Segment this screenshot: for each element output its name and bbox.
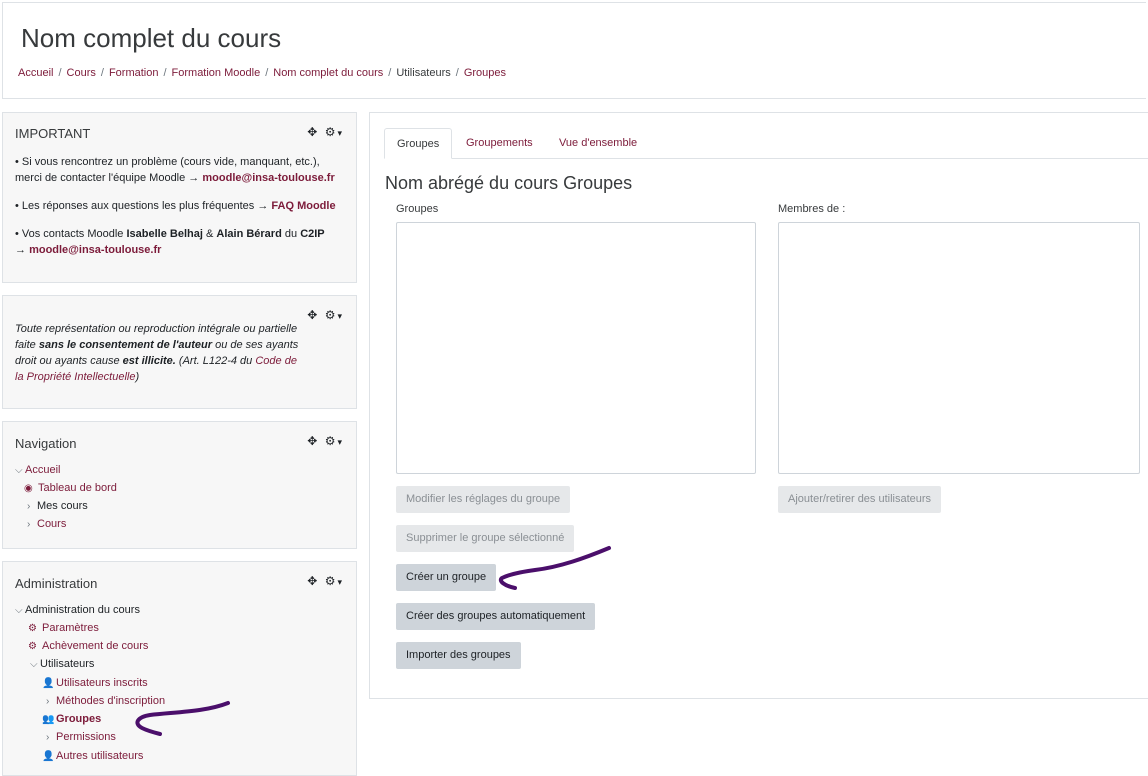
auto-create-groups-button[interactable]: Créer des groupes automatiquement — [396, 603, 596, 630]
move-icon[interactable]: ✥ — [307, 574, 319, 588]
breadcrumb-utilisateurs: Utilisateurs — [396, 67, 451, 79]
tab-vue-ensemble[interactable]: Vue d'ensemble — [547, 128, 649, 158]
breadcrumb-separator: / — [163, 67, 167, 79]
gear-icon: ⚙ — [28, 641, 37, 652]
import-groups-button[interactable]: Importer des groupes — [396, 642, 521, 669]
members-listbox[interactable] — [778, 222, 1140, 474]
chevron-right-icon: › — [27, 519, 31, 530]
email-link[interactable]: moodle@insa-toulouse.fr — [202, 172, 334, 184]
breadcrumb-cours[interactable]: Cours — [67, 67, 96, 79]
admin-item-achevement[interactable]: ⚙ Achèvement de cours — [28, 640, 148, 652]
caret-down-icon[interactable]: ▾ — [337, 577, 344, 587]
breadcrumb-separator: / — [388, 67, 392, 79]
tab-groupements[interactable]: Groupements — [454, 128, 545, 158]
gear-icon[interactable]: ⚙ — [325, 434, 338, 448]
breadcrumb-separator: / — [265, 67, 269, 79]
caret-down-icon[interactable]: ▾ — [337, 437, 344, 447]
groups-listbox[interactable] — [396, 222, 756, 474]
nav-item-dashboard[interactable]: ◉ Tableau de bord — [24, 482, 117, 494]
admin-item-parametres[interactable]: ⚙ Paramètres — [28, 622, 99, 634]
page-heading: Nom abrégé du cours Groupes — [385, 173, 633, 193]
block-controls: ✥ ⚙▾ — [307, 308, 344, 322]
move-icon[interactable]: ✥ — [307, 434, 319, 448]
admin-item-groupes[interactable]: 👥 Groupes — [42, 713, 101, 725]
block-title: IMPORTANT — [15, 126, 91, 141]
page-title: Nom complet du cours — [21, 23, 282, 53]
nav-item-accueil[interactable]: ⌵ Accueil — [15, 464, 60, 476]
breadcrumb-formation[interactable]: Formation — [109, 67, 159, 79]
navigation-block: Navigation ✥ ⚙▾ ⌵ Accueil ◉ Tableau de bor… — [2, 421, 357, 549]
admin-item-course-admin[interactable]: ⌵ Administration du cours — [15, 604, 140, 616]
admin-item-permissions[interactable]: › Permissions — [46, 731, 116, 743]
admin-item-autres-utilisateurs[interactable]: 👤 Autres utilisateurs — [42, 750, 143, 762]
edit-group-button[interactable]: Modifier les réglages du groupe — [396, 486, 571, 513]
nav-item-mes-cours[interactable]: › Mes cours — [27, 500, 88, 512]
block-controls: ✥ ⚙▾ — [307, 574, 344, 588]
user-plus-icon: 👤 — [42, 751, 55, 762]
block-content: • Si vous rencontrez un problème (cours … — [15, 154, 342, 258]
administration-block: Administration ✥ ⚙▾ ⌵ Administration du c… — [2, 561, 357, 776]
tab-bar: Groupes Groupements Vue d'ensemble — [384, 128, 1148, 159]
admin-item-utilisateurs[interactable]: ⌵ Utilisateurs — [30, 658, 94, 670]
user-plus-icon: 👤 — [42, 678, 55, 689]
gear-icon[interactable]: ⚙ — [325, 308, 338, 322]
groups-label: Groupes — [396, 203, 439, 215]
dashboard-icon: ◉ — [24, 483, 33, 494]
chevron-right-icon: › — [46, 732, 50, 743]
chevron-down-icon: ⌵ — [30, 659, 38, 670]
chevron-right-icon: › — [46, 696, 50, 707]
breadcrumb-accueil[interactable]: Accueil — [18, 67, 53, 79]
important-block: IMPORTANT ✥ ⚙▾ • Si vous rencontrez un p… — [2, 112, 357, 283]
email-link[interactable]: moodle@insa-toulouse.fr — [29, 244, 161, 256]
delete-group-button[interactable]: Supprimer le groupe sélectionné — [396, 525, 575, 552]
move-icon[interactable]: ✥ — [307, 308, 319, 322]
breadcrumb-separator: / — [455, 67, 459, 79]
page-header: Nom complet du cours Accueil / Cours / Forma… — [2, 2, 1146, 99]
important-paragraph-2: • Les réponses aux questions les plus fr… — [15, 200, 336, 212]
chevron-down-icon: ⌵ — [15, 465, 23, 476]
create-group-button[interactable]: Créer un groupe — [396, 564, 497, 591]
breadcrumb-separator: / — [100, 67, 104, 79]
faq-link[interactable]: FAQ Moodle — [271, 200, 335, 212]
important-paragraph-1: • Si vous rencontrez un problème (cours … — [15, 156, 335, 184]
caret-down-icon[interactable]: ▾ — [337, 128, 344, 138]
copyright-text: Toute représentation ou reproduction int… — [15, 323, 299, 383]
breadcrumb-groupes[interactable]: Groupes — [464, 67, 506, 79]
gear-icon[interactable]: ⚙ — [325, 574, 338, 588]
breadcrumb-course[interactable]: Nom complet du cours — [273, 67, 383, 79]
caret-down-icon[interactable]: ▾ — [337, 311, 344, 321]
copyright-block: ✥ ⚙▾ Toute représentation ou reproductio… — [2, 295, 357, 409]
block-controls: ✥ ⚙▾ — [307, 125, 344, 139]
tab-groupes[interactable]: Groupes — [384, 128, 452, 159]
block-title: Navigation — [15, 436, 77, 451]
gear-icon: ⚙ — [28, 623, 37, 634]
admin-item-methodes[interactable]: › Méthodes d'inscription — [46, 695, 165, 707]
gear-icon[interactable]: ⚙ — [325, 125, 338, 139]
breadcrumb: Accueil / Cours / Formation / Formation Moodle… — [18, 67, 506, 79]
users-icon: 👥 — [42, 714, 55, 725]
breadcrumb-formation-moodle[interactable]: Formation Moodle — [172, 67, 261, 79]
breadcrumb-separator: / — [58, 67, 62, 79]
nav-item-cours[interactable]: › Cours — [27, 518, 66, 530]
block-controls: ✥ ⚙▾ — [307, 434, 344, 448]
chevron-down-icon: ⌵ — [15, 605, 23, 616]
important-paragraph-3: • Vos contacts Moodle Isabelle Belhaj & … — [15, 228, 325, 256]
move-icon[interactable]: ✥ — [307, 125, 319, 139]
add-remove-users-button[interactable]: Ajouter/retirer des utilisateurs — [778, 486, 942, 513]
chevron-right-icon: › — [27, 501, 31, 512]
members-label: Membres de : — [778, 203, 846, 215]
main-region: Groupes Groupements Vue d'ensemble Nom a… — [369, 112, 1148, 699]
admin-item-utilisateurs-inscrits[interactable]: 👤 Utilisateurs inscrits — [42, 677, 148, 689]
block-title: Administration — [15, 576, 98, 591]
